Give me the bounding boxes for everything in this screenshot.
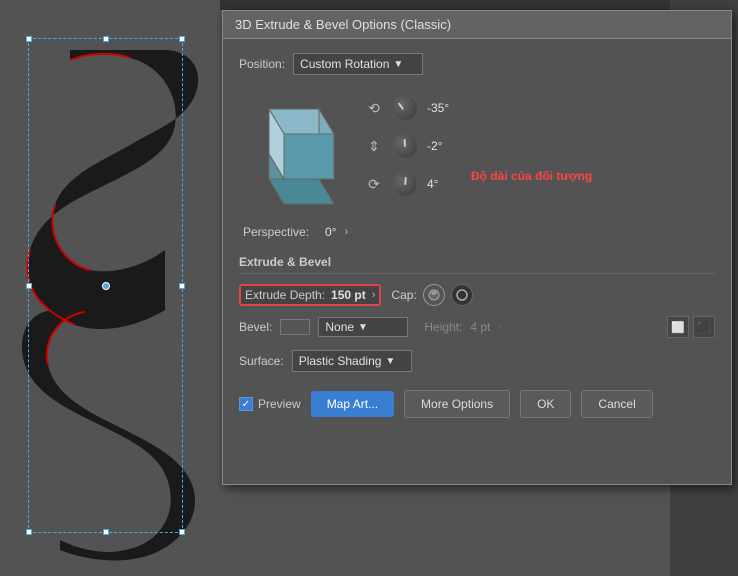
rotation-row-z: ⟳ 4° Độ dài của đối tượng — [365, 170, 461, 198]
surface-label: Surface: — [239, 354, 284, 368]
dial-z[interactable] — [391, 170, 419, 198]
cap-filled-icon — [427, 288, 441, 302]
position-value: Custom Rotation — [300, 57, 389, 71]
more-options-button[interactable]: More Options — [404, 390, 510, 418]
dialog: 3D Extrude & Bevel Options (Classic) Pos… — [222, 10, 732, 485]
extrude-row: Extrude Depth: 150 pt › Cap: — [239, 284, 715, 306]
perspective-chevron[interactable]: › — [345, 226, 349, 238]
cap-label: Cap: — [391, 288, 416, 302]
bottom-buttons: ✓ Preview Map Art... More Options OK Can… — [239, 390, 715, 418]
cap-btn-hollow[interactable] — [451, 284, 473, 306]
bevel-icon-2[interactable]: ⬛ — [693, 316, 715, 338]
perspective-value: 0° — [325, 225, 336, 239]
dial-y[interactable] — [391, 132, 419, 160]
extrude-depth-chevron[interactable]: › — [372, 289, 376, 301]
position-label: Position: — [239, 57, 285, 71]
preview-checkbox[interactable]: ✓ — [239, 397, 253, 411]
position-dropdown[interactable]: Custom Rotation ▼ — [293, 53, 423, 75]
height-label: Height: — [424, 320, 462, 334]
rotation-z-value: 4° — [427, 177, 461, 191]
rotation-y-icon: ⇕ — [365, 137, 383, 155]
extrude-depth-value: 150 pt — [331, 288, 366, 302]
cube-rotation-area: ⟲ -35° ⇕ -2° ⟳ 4° Độ dài của đối tượng — [239, 89, 715, 209]
position-dropdown-arrow: ▼ — [393, 59, 403, 70]
surface-value: Plastic Shading — [299, 354, 382, 368]
rotation-x-value: -35° — [427, 101, 461, 115]
handle-tr[interactable] — [179, 36, 185, 42]
perspective-row: Perspective: 0° › — [239, 225, 715, 239]
cancel-button[interactable]: Cancel — [581, 390, 652, 418]
height-value: 4 pt — [470, 320, 490, 334]
handle-ml[interactable] — [26, 283, 32, 289]
cube-svg — [239, 89, 349, 209]
center-point — [102, 282, 110, 290]
bevel-dropdown-arrow: ▼ — [358, 322, 368, 333]
cap-row: Cap: — [391, 284, 472, 306]
dialog-title[interactable]: 3D Extrude & Bevel Options (Classic) — [223, 11, 731, 39]
ok-button[interactable]: OK — [520, 390, 571, 418]
dial-x[interactable] — [391, 94, 419, 122]
cap-hollow-icon — [455, 288, 469, 302]
surface-row: Surface: Plastic Shading ▼ — [239, 350, 715, 372]
dialog-title-text: 3D Extrude & Bevel Options (Classic) — [235, 17, 451, 32]
bevel-value: None — [325, 320, 354, 334]
handle-bl[interactable] — [26, 529, 32, 535]
cube-container — [239, 89, 349, 209]
rotation-x-icon: ⟲ — [365, 99, 383, 117]
preview-label: Preview — [258, 397, 301, 411]
canvas-area — [0, 0, 220, 576]
height-chevron: › — [498, 321, 502, 333]
handle-tm[interactable] — [103, 36, 109, 42]
perspective-label: Perspective: — [243, 225, 309, 239]
surface-dropdown-arrow: ▼ — [385, 356, 395, 367]
bevel-dropdown[interactable]: None ▼ — [318, 317, 408, 337]
handle-bm[interactable] — [103, 529, 109, 535]
annotation-wrapper: 4° Độ dài của đối tượng — [427, 177, 461, 191]
annotation-text: Độ dài của đối tượng — [471, 169, 592, 183]
extrude-bevel-section: Extrude & Bevel — [239, 255, 715, 274]
rotation-z-icon: ⟳ — [365, 175, 383, 193]
selection-box — [28, 38, 183, 533]
handle-mr[interactable] — [179, 283, 185, 289]
preview-checkbox-wrap[interactable]: ✓ Preview — [239, 397, 301, 411]
dialog-content: Position: Custom Rotation ▼ — [223, 39, 731, 432]
bevel-preview — [280, 319, 310, 335]
position-row: Position: Custom Rotation ▼ — [239, 53, 715, 75]
bevel-label: Bevel: — [239, 320, 272, 334]
handle-tl[interactable] — [26, 36, 32, 42]
bevel-icons: ⬜ ⬛ — [667, 316, 715, 338]
rotation-row-y: ⇕ -2° — [365, 132, 461, 160]
rotation-controls: ⟲ -35° ⇕ -2° ⟳ 4° Độ dài của đối tượng — [365, 94, 461, 198]
extrude-depth-label: Extrude Depth: — [245, 288, 325, 302]
bevel-icon-1[interactable]: ⬜ — [667, 316, 689, 338]
cap-btn-filled[interactable] — [423, 284, 445, 306]
map-art-button[interactable]: Map Art... — [311, 391, 394, 417]
rotation-row-x: ⟲ -35° — [365, 94, 461, 122]
rotation-y-value: -2° — [427, 139, 461, 153]
extrude-depth-box: Extrude Depth: 150 pt › — [239, 284, 381, 306]
surface-dropdown[interactable]: Plastic Shading ▼ — [292, 350, 412, 372]
bevel-row: Bevel: None ▼ Height: 4 pt › ⬜ ⬛ — [239, 316, 715, 338]
handle-br[interactable] — [179, 529, 185, 535]
